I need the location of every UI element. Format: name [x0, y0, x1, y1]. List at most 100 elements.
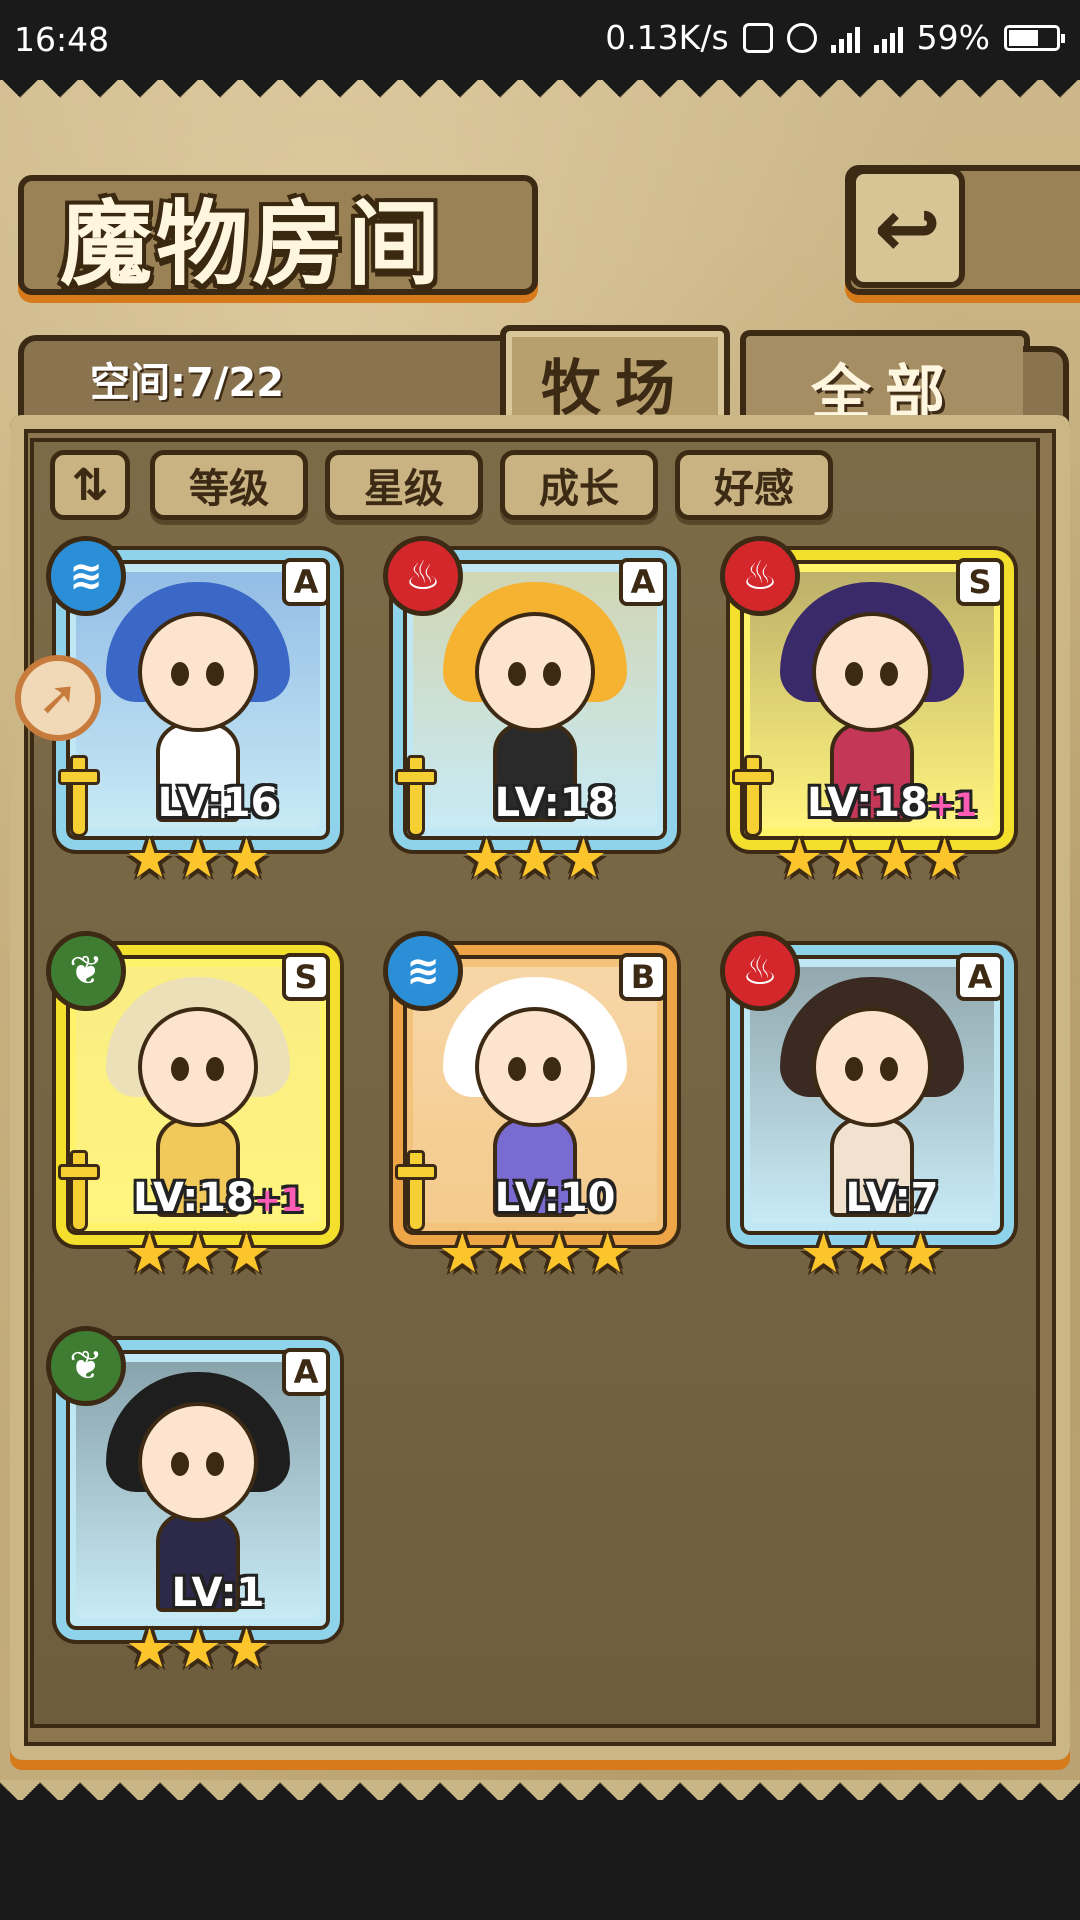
face-shape — [475, 612, 595, 732]
eye-right — [206, 1057, 224, 1081]
monster-card[interactable]: S ♨ LV:18+1 ★ ★ ★ ★ — [720, 536, 1022, 886]
star-icon: ★ — [823, 827, 872, 890]
level-value: LV:10 — [494, 1175, 616, 1221]
level-value: LV:18 — [133, 1175, 254, 1221]
rank-badge: A — [282, 558, 330, 606]
monster-card[interactable]: A ♨ LV:7 ★ ★ ★ — [720, 931, 1022, 1281]
star-rating: ★ ★ ★ — [48, 1227, 348, 1281]
eye-right — [206, 1452, 224, 1476]
monster-card[interactable]: A ❦ LV:1 ★ ★ ★ — [46, 1326, 348, 1676]
back-button[interactable]: ↩ — [850, 168, 965, 288]
monster-card[interactable]: A ♨ LV:18 ★ ★ ★ — [383, 536, 685, 886]
face-shape — [475, 1007, 595, 1127]
star-icon: ★ — [920, 827, 969, 890]
fire-element-icon: ♨ — [720, 536, 800, 616]
battery-icon — [1004, 24, 1065, 51]
level-label: LV:1 — [108, 1570, 328, 1616]
rank-badge: A — [956, 953, 1004, 1001]
battery-percent: 59% — [916, 18, 990, 57]
arrow-icon: ➚ — [37, 670, 79, 726]
level-value: LV:16 — [157, 780, 279, 826]
status-bar: 16:48 0.13K/s 59% — [0, 0, 1080, 80]
star-icon: ★ — [222, 1617, 271, 1680]
level-label: LV:16 — [108, 780, 328, 826]
eye-right — [206, 662, 224, 686]
alarm-icon — [786, 22, 817, 53]
monster-card[interactable]: S ❦ LV:18+1 ★ ★ ★ — [46, 931, 348, 1281]
rank-badge: B — [619, 953, 667, 1001]
level-value: LV:7 — [845, 1175, 939, 1221]
sort-level-button[interactable]: 等级 — [150, 450, 308, 520]
bottom-border — [0, 1770, 1080, 1920]
eye-left — [171, 1057, 189, 1081]
star-icon: ★ — [462, 827, 511, 890]
star-icon: ★ — [125, 1222, 174, 1285]
rank-badge: S — [956, 558, 1004, 606]
page-title: 魔物房间 — [60, 190, 445, 298]
eye-left — [171, 1452, 189, 1476]
sort-star-button[interactable]: 星级 — [325, 450, 483, 520]
star-icon: ★ — [510, 827, 560, 890]
star-icon: ★ — [438, 1222, 487, 1285]
star-rating: ★ ★ ★ — [385, 832, 685, 886]
level-bonus: +1 — [253, 1181, 303, 1219]
level-label: LV:18+1 — [108, 1175, 328, 1221]
face-shape — [138, 612, 258, 732]
rank-badge: S — [282, 953, 330, 1001]
signal-2-icon — [873, 23, 903, 53]
order-toggle-icon: ⇅ — [71, 459, 109, 511]
level-label: LV:18+1 — [782, 780, 1002, 826]
star-rating: ★ ★ ★ — [48, 1622, 348, 1676]
vibrate-icon — [742, 22, 773, 53]
star-icon: ★ — [173, 1617, 223, 1680]
eye-left — [508, 662, 526, 686]
star-icon: ★ — [486, 1222, 535, 1285]
monster-card[interactable]: B ≋ LV:10 ★ ★ ★ ★ — [383, 931, 685, 1281]
eye-left — [171, 662, 189, 686]
eye-left — [845, 662, 863, 686]
star-icon: ★ — [559, 827, 608, 890]
wood-element-icon: ❦ — [46, 931, 126, 1011]
star-icon: ★ — [222, 1222, 271, 1285]
return-arrow-icon: ↩ — [873, 181, 942, 275]
rank-badge: A — [619, 558, 667, 606]
sort-growth-button[interactable]: 成长 — [500, 450, 658, 520]
sort-affection-button[interactable]: 好感 — [675, 450, 833, 520]
level-label: LV:7 — [782, 1175, 1002, 1221]
level-label: LV:10 — [445, 1175, 665, 1221]
level-value: LV:18 — [494, 780, 616, 826]
eye-right — [880, 1057, 898, 1081]
star-rating: ★ ★ ★ ★ — [385, 1227, 685, 1281]
face-shape — [138, 1402, 258, 1522]
status-time: 16:48 — [14, 20, 110, 59]
water-element-icon: ≋ — [383, 931, 463, 1011]
eye-left — [508, 1057, 526, 1081]
star-icon: ★ — [173, 827, 223, 890]
side-arrow-button[interactable]: ➚ — [15, 655, 101, 741]
water-element-icon: ≋ — [46, 536, 126, 616]
eye-left — [845, 1057, 863, 1081]
star-icon: ★ — [535, 1222, 584, 1285]
star-icon: ★ — [222, 827, 271, 890]
star-icon: ★ — [872, 827, 921, 890]
level-bonus: +1 — [927, 786, 977, 824]
star-rating: ★ ★ ★ ★ — [722, 832, 1022, 886]
eye-right — [543, 1057, 561, 1081]
star-icon: ★ — [896, 1222, 945, 1285]
face-shape — [138, 1007, 258, 1127]
star-icon: ★ — [583, 1222, 632, 1285]
net-speed: 0.13K/s — [605, 18, 729, 57]
level-label: LV:18 — [445, 780, 665, 826]
star-icon: ★ — [173, 1222, 223, 1285]
top-border — [0, 80, 1080, 110]
star-icon: ★ — [847, 1222, 897, 1285]
star-icon: ★ — [799, 1222, 848, 1285]
star-icon: ★ — [775, 827, 824, 890]
level-value: LV:1 — [171, 1570, 265, 1616]
wood-element-icon: ❦ — [46, 1326, 126, 1406]
eye-right — [543, 662, 561, 686]
fire-element-icon: ♨ — [383, 536, 463, 616]
star-icon: ★ — [125, 1617, 174, 1680]
face-shape — [812, 1007, 932, 1127]
sort-order-toggle[interactable]: ⇅ — [50, 450, 130, 520]
